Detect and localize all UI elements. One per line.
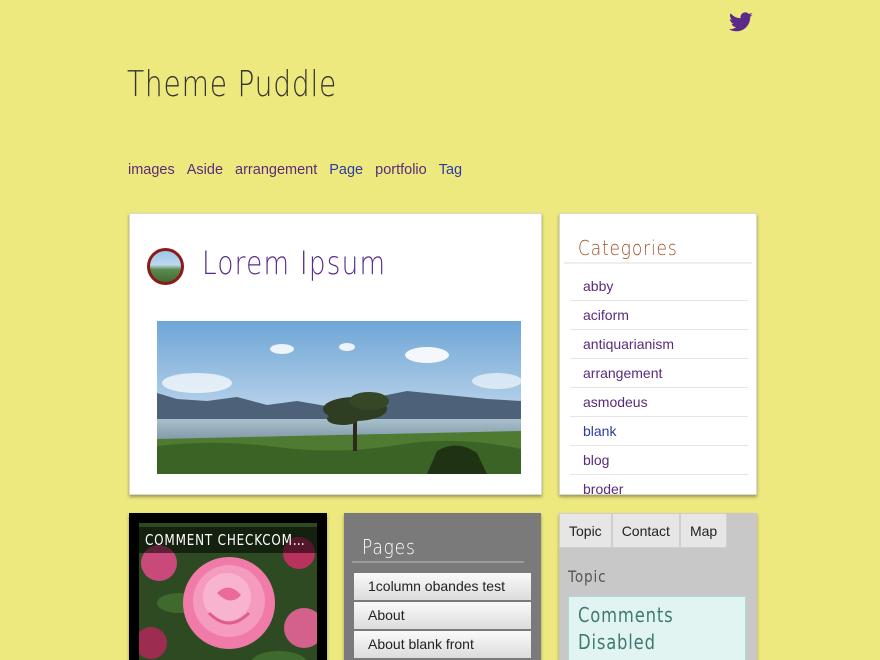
category-item-abby[interactable]: abby	[570, 272, 748, 301]
nav-item-portfolio[interactable]: portfolio	[375, 162, 427, 178]
post-featured-image[interactable]	[157, 321, 521, 474]
post-thumbnail-avatar[interactable]	[147, 248, 184, 285]
categories-list: abby aciform antiquarianism arrangement …	[570, 272, 748, 494]
category-item-blank[interactable]: blank	[570, 417, 748, 446]
tabs-widget: Topic Contact Map Topic Comments Disable…	[559, 513, 757, 660]
tab-panel-content: Comments Disabled	[568, 596, 746, 660]
category-item-broder[interactable]: broder	[570, 475, 748, 494]
divider	[564, 262, 752, 264]
categories-widget: Categories abby aciform antiquarianism a…	[559, 213, 757, 495]
main-nav: images Aside arrangement Page portfolio …	[128, 162, 462, 178]
tab-contact[interactable]: Contact	[611, 513, 680, 548]
category-item-aciform[interactable]: aciform	[570, 301, 748, 330]
nav-item-images[interactable]: images	[128, 162, 175, 178]
nav-item-arrangement[interactable]: arrangement	[235, 162, 317, 178]
tab-map[interactable]: Map	[679, 513, 728, 548]
tab-panel-heading: Topic	[568, 567, 607, 586]
page-item-1column-obandes-test[interactable]: 1column obandes test	[354, 573, 531, 600]
site-title[interactable]: Theme Puddle	[127, 64, 337, 105]
tab-topic[interactable]: Topic	[559, 513, 612, 548]
nav-item-page[interactable]: Page	[329, 162, 363, 178]
category-item-asmodeus[interactable]: asmodeus	[570, 388, 748, 417]
nav-item-tag[interactable]: Tag	[439, 162, 462, 178]
tab-bar: Topic Contact Map	[559, 513, 728, 548]
nav-item-aside[interactable]: Aside	[187, 162, 223, 178]
pages-list: 1column obandes test About About blank f…	[354, 573, 531, 660]
category-item-arrangement[interactable]: arrangement	[570, 359, 748, 388]
category-item-antiquarianism[interactable]: antiquarianism	[570, 330, 748, 359]
categories-title: Categories	[578, 236, 678, 260]
pages-title: Pages	[362, 535, 416, 559]
divider	[352, 561, 524, 563]
page-item-about-blank-front[interactable]: About blank front	[354, 631, 531, 658]
post-card: Lorem Ipsum	[129, 213, 542, 495]
category-item-blog[interactable]: blog	[570, 446, 748, 475]
comments-disabled-text: Comments Disabled	[578, 603, 674, 654]
pages-widget: Pages 1column obandes test About About b…	[344, 513, 541, 660]
post-title[interactable]: Lorem Ipsum	[202, 244, 386, 282]
twitter-icon[interactable]	[728, 10, 754, 34]
page-item-about[interactable]: About	[354, 602, 531, 629]
comment-widget-title[interactable]: COMMENT CHECKCOM…	[139, 527, 317, 553]
comment-image-widget: COMMENT CHECKCOM…	[129, 513, 327, 660]
